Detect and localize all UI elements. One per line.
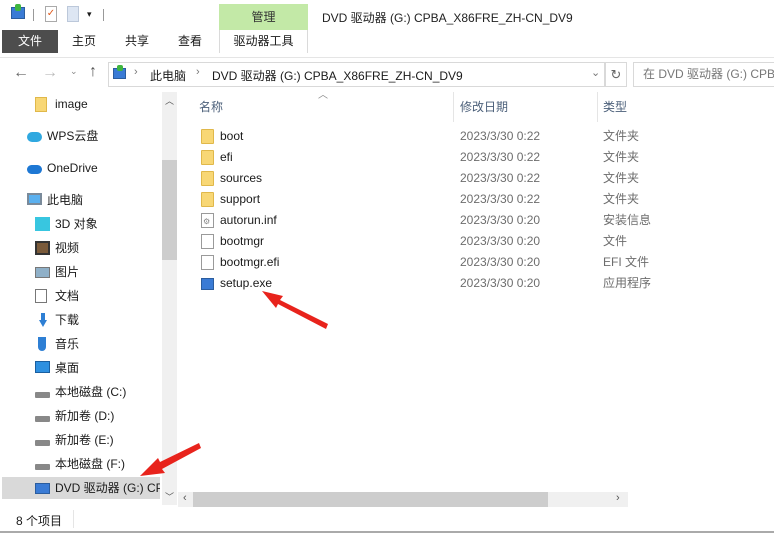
red-arrow-setup bbox=[262, 291, 328, 329]
annotation-arrows bbox=[140, 291, 328, 476]
red-arrow-dvd-drive bbox=[140, 443, 201, 476]
